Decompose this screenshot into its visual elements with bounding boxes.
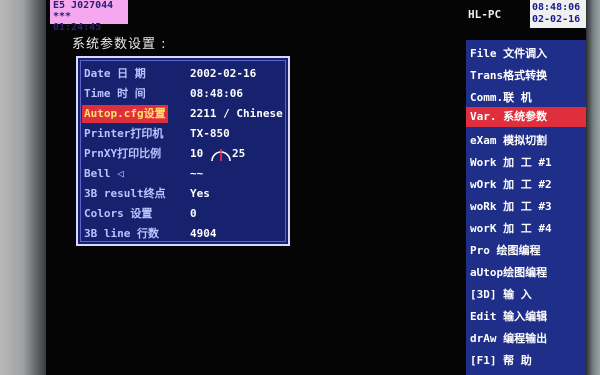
menu-item-work-3[interactable]: woRk 加 工 #3	[470, 197, 584, 217]
param-row-date[interactable]: Date 日 期 2002-02-16	[82, 65, 286, 85]
menu-item-autop[interactable]: aUtop绘图编程	[470, 263, 584, 283]
crt-screen: E5 J027044 *** 01:24:45 系统参数设置 : Date 日 …	[46, 0, 586, 375]
param-row-time[interactable]: Time 时 间 08:48:06	[82, 85, 286, 105]
page-title: 系统参数设置 :	[72, 37, 167, 52]
status-badge: E5 J027044 *** 01:24:45	[50, 0, 128, 33]
monitor-bezel-right	[584, 0, 600, 375]
param-label: Printer打印机	[84, 127, 164, 140]
param-label: Date 日 期	[84, 67, 146, 80]
status-line-2: *** 01:24:45	[53, 11, 102, 33]
param-value: ~~	[190, 167, 204, 180]
scale-max-value: 25	[232, 147, 246, 160]
clock-header: HL-PC 08:48:06 02-02-16	[464, 0, 586, 28]
param-value: 2002-02-16	[190, 67, 257, 80]
scale-dial-icon	[211, 149, 231, 162]
clock-box: 08:48:06 02-02-16	[530, 0, 586, 28]
menu-item-pro[interactable]: Pro 绘图编程	[470, 241, 584, 261]
param-value: TX-850	[190, 127, 230, 140]
param-label: Autop.cfg设置	[82, 105, 168, 123]
param-label: Colors 设置	[84, 207, 153, 220]
param-label: Time 时 间	[84, 87, 146, 100]
menu-item-comm[interactable]: Comm.联 机	[470, 88, 584, 108]
menu-item-edit[interactable]: Edit 输入编辑	[470, 307, 584, 327]
param-value: 2211 / Chinese	[190, 107, 283, 120]
param-value: 0	[190, 207, 197, 220]
menu-item-draw[interactable]: drAw 编程输出	[470, 329, 584, 349]
menu-item-work-4[interactable]: worK 加 工 #4	[470, 219, 584, 239]
param-value: 10	[190, 147, 204, 160]
param-value: 4904	[190, 227, 217, 240]
system-parameters-dialog: Date 日 期 2002-02-16 Time 时 间 08:48:06 Au…	[76, 56, 290, 246]
param-label: 3B result终点	[84, 187, 166, 200]
param-row-autop-cfg[interactable]: Autop.cfg设置 2211 / Chinese	[82, 105, 286, 125]
menu-item-help[interactable]: [F1] 帮 助	[470, 351, 584, 371]
param-value: 08:48:06	[190, 87, 243, 100]
menu-item-work-1[interactable]: Work 加 工 #1	[470, 153, 584, 173]
param-row-print-scale[interactable]: PrnXY打印比例 10 25	[82, 145, 286, 165]
param-row-colors[interactable]: Colors 设置 0	[82, 205, 286, 225]
main-menu: File 文件调入 Trans格式转换 Comm.联 机 Var. 系统参数 e…	[466, 40, 586, 375]
menu-item-3d-input[interactable]: [3D] 输 入	[470, 285, 584, 305]
param-label: Bell ◁	[84, 167, 124, 180]
menu-item-file[interactable]: File 文件调入	[470, 44, 584, 64]
clock-time: 08:48:06	[532, 2, 581, 13]
param-row-3b-line[interactable]: 3B line 行数 4904	[82, 225, 286, 245]
menu-item-var[interactable]: Var. 系统参数	[466, 107, 586, 127]
menu-item-exam[interactable]: eXam 模拟切割	[470, 131, 584, 151]
param-label: PrnXY打印比例	[84, 147, 162, 160]
clock-date: 02-02-16	[532, 14, 581, 25]
menu-item-trans[interactable]: Trans格式转换	[470, 66, 584, 86]
menu-item-work-2[interactable]: wOrk 加 工 #2	[470, 175, 584, 195]
param-label: 3B line 行数	[84, 227, 159, 240]
param-value: Yes	[190, 187, 210, 200]
param-row-3b-result[interactable]: 3B result终点 Yes	[82, 185, 286, 205]
machine-label: HL-PC	[468, 8, 502, 21]
status-line-1: E5 J027044	[53, 0, 114, 11]
param-row-printer[interactable]: Printer打印机 TX-850	[82, 125, 286, 145]
param-row-bell[interactable]: Bell ◁ ~~	[82, 165, 286, 185]
